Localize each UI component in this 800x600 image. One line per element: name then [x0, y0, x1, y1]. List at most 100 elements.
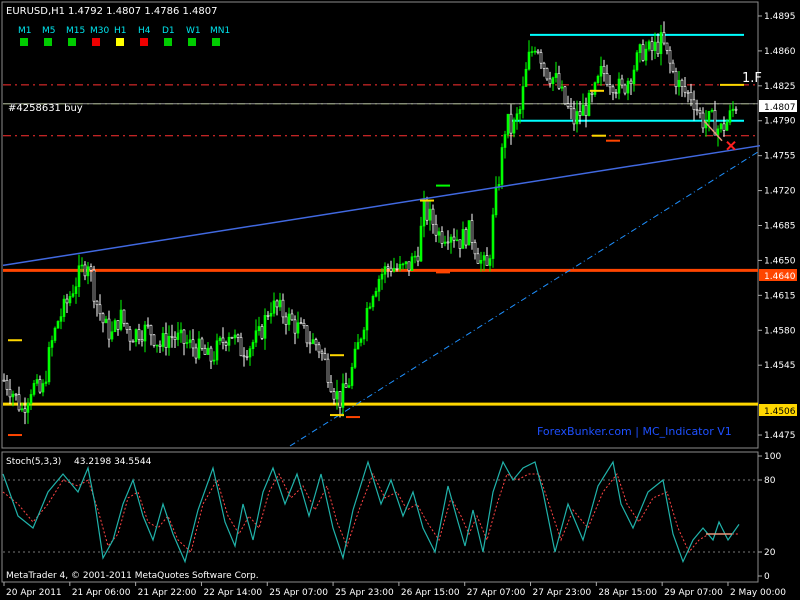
candle-body: [254, 330, 258, 343]
candle-body: [728, 110, 732, 123]
symbol-label: EURUSD,H1: [6, 6, 65, 17]
candle-body: [527, 51, 531, 70]
candle-body: [245, 356, 249, 358]
candle-body: [362, 329, 366, 340]
candle-body: [158, 344, 162, 347]
candle-body: [533, 50, 537, 53]
timeframe-status-h4: [140, 38, 148, 46]
candle-body: [38, 379, 42, 393]
candle-body: [587, 92, 591, 116]
time-tick-label: 21 Apr 06:00: [72, 588, 131, 598]
candle-body: [641, 44, 645, 61]
candle-body: [683, 86, 687, 93]
candle-body: [494, 186, 498, 216]
candle-body: [413, 255, 417, 258]
candle-body: [266, 315, 270, 317]
candle-body: [8, 389, 12, 398]
candle-body: [650, 41, 654, 51]
candle-body: [116, 320, 120, 330]
price-tick-label: 1.4580: [764, 326, 796, 336]
candle-body: [230, 336, 234, 339]
time-tick-label: 2 May 00:00: [730, 588, 786, 598]
trend-lines[interactable]: [2, 144, 761, 447]
price-levels: [3, 33, 758, 406]
candle-body: [581, 104, 585, 116]
candle-body: [590, 92, 594, 95]
timeframe-bar: M1 M5 M15 M30 H1 H4 D1 W1 MN1: [18, 26, 230, 46]
candle-body: [236, 334, 240, 338]
candle-body: [377, 278, 381, 292]
trend-line[interactable]: [2, 144, 761, 267]
candle-body: [35, 379, 39, 384]
candle-body: [287, 313, 291, 325]
candle-body: [149, 325, 153, 336]
candle-body: [611, 86, 615, 94]
candle-body: [284, 316, 288, 325]
candle-body: [11, 393, 15, 398]
candle-body: [143, 324, 147, 342]
candle-body: [314, 339, 318, 346]
candle-body: [71, 293, 75, 297]
candle-body: [152, 334, 156, 346]
candle-body: [725, 121, 729, 131]
price-tick-label: 1.4720: [764, 187, 796, 197]
candle-body: [440, 231, 444, 244]
candle-body: [401, 263, 405, 266]
candle-body: [536, 50, 540, 53]
stoch-scale-label: 80: [764, 476, 776, 486]
order-label[interactable]: #4258631 buy: [8, 103, 83, 114]
candle-body: [698, 110, 702, 114]
time-axis: 20 Apr 2011 21 Apr 06:00 21 Apr 22:00 22 Ap…: [3, 582, 786, 598]
candle-body: [101, 313, 105, 324]
candle-body: [680, 79, 684, 87]
candle-body: [2, 379, 6, 382]
candle-body: [329, 382, 333, 392]
candle-body: [464, 229, 468, 246]
candle-body: [14, 393, 18, 396]
candle-body: [341, 383, 345, 408]
candle-body: [164, 333, 168, 348]
candle-body: [128, 329, 132, 342]
candle-body: [122, 309, 126, 324]
candle-body: [695, 109, 699, 111]
candle-body: [734, 108, 738, 111]
candle-body: [476, 253, 480, 264]
price-tick-label: 1.4615: [764, 291, 796, 301]
dashdot-trend-line[interactable]: [289, 150, 761, 447]
candle-body: [365, 308, 369, 331]
candle-body: [518, 109, 522, 115]
candle-body: [278, 299, 282, 308]
candle-body: [653, 41, 657, 51]
candle-body: [602, 65, 606, 74]
candle-body: [701, 112, 705, 129]
price-tick-label: 1.4650: [764, 256, 796, 266]
candle-body: [686, 91, 690, 94]
candle-body: [197, 338, 201, 359]
candle-body: [503, 134, 507, 148]
candle-body: [338, 391, 342, 408]
candle-body: [551, 77, 555, 85]
price-axis: 1.4895 1.4860 1.4825 1.4790 1.4755 1.4720 1.46…: [758, 12, 796, 582]
stoch-scale-label: 100: [764, 452, 781, 462]
timeframe-status-d1: [164, 38, 172, 46]
candle-body: [248, 348, 252, 358]
candle-body: [146, 324, 150, 327]
stochastic-series: [2, 459, 758, 564]
candle-body: [20, 408, 24, 411]
candle-body: [623, 84, 627, 94]
candle-body: [179, 329, 183, 334]
candle-body: [281, 299, 285, 318]
candle-body: [53, 327, 57, 341]
candle-body: [32, 383, 36, 395]
signal-markers: [8, 89, 736, 437]
candle-body: [548, 78, 552, 85]
candle-body: [107, 318, 111, 340]
candle-body: [539, 52, 543, 64]
candle-body: [344, 383, 348, 388]
candle-body: [335, 391, 339, 400]
trading-chart[interactable]: 1.4895 1.4860 1.4825 1.4790 1.4755 1.4720 1.46…: [0, 0, 800, 600]
candle-body: [512, 119, 516, 134]
candle-body: [326, 358, 330, 383]
candle-body: [173, 336, 177, 340]
candle-body: [200, 338, 204, 349]
